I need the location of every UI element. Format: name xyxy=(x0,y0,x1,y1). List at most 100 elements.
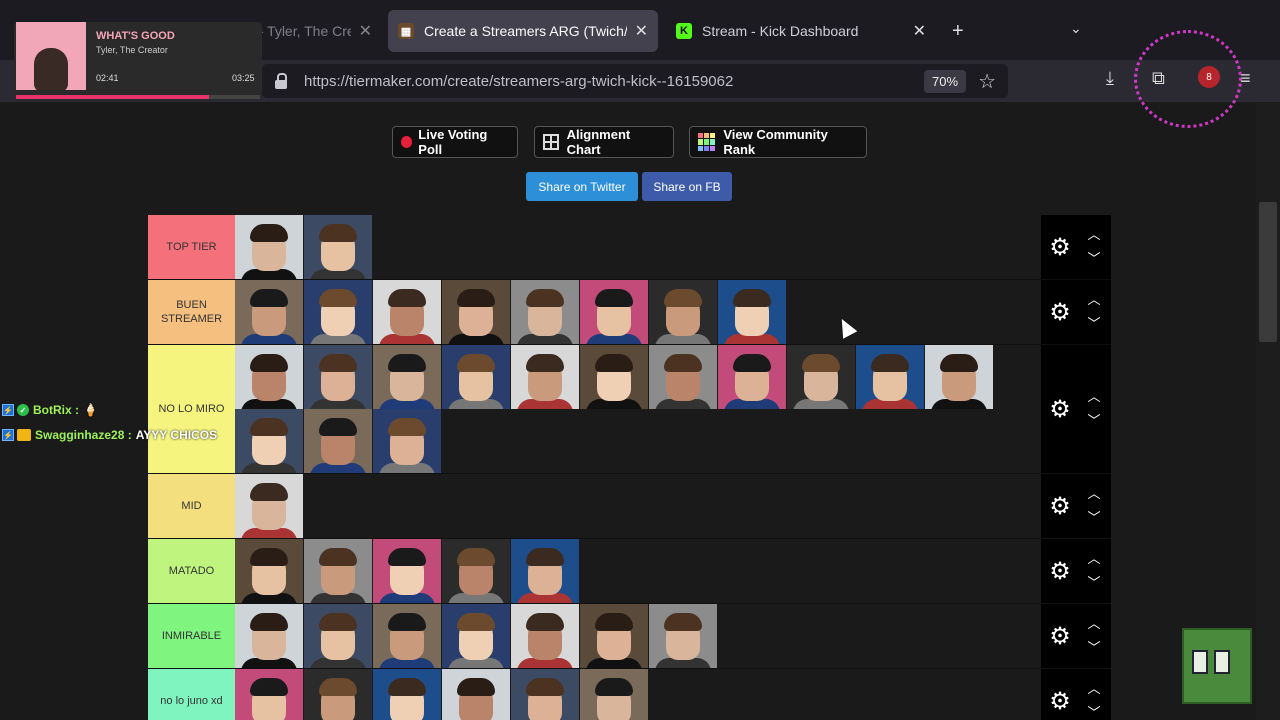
chevron-down-icon[interactable]: ⌄ xyxy=(1070,20,1082,37)
share-fb-button[interactable]: Share on FB xyxy=(642,172,732,201)
new-tab-icon[interactable]: + xyxy=(952,20,964,43)
gear-icon[interactable]: ⚙ xyxy=(1049,397,1071,421)
streamer-tile[interactable] xyxy=(373,604,441,668)
streamer-tile[interactable] xyxy=(235,345,303,409)
community-rank-button[interactable]: View Community Rank xyxy=(689,126,867,158)
streamer-tile[interactable] xyxy=(235,604,303,668)
streamer-tile[interactable] xyxy=(304,280,372,344)
chevron-down-icon[interactable]: ﹀ xyxy=(1087,414,1101,427)
chevron-down-icon[interactable]: ﹀ xyxy=(1087,317,1101,330)
chevron-up-icon[interactable]: ︿ xyxy=(1087,617,1101,630)
streamer-tile[interactable] xyxy=(649,604,717,668)
streamer-tile[interactable] xyxy=(787,345,855,409)
streamer-tile[interactable] xyxy=(235,474,303,538)
streamer-tile[interactable] xyxy=(373,345,441,409)
chevron-down-icon[interactable]: ﹀ xyxy=(1087,641,1101,654)
streamer-tile[interactable] xyxy=(235,669,303,720)
streamer-tile[interactable] xyxy=(373,409,441,473)
alignment-chart-button[interactable]: Alignment Chart xyxy=(534,126,674,158)
streamer-tile[interactable] xyxy=(718,345,786,409)
streamer-tile[interactable] xyxy=(925,345,993,409)
streamer-tile[interactable] xyxy=(511,539,579,603)
streamer-tile[interactable] xyxy=(718,280,786,344)
gear-icon[interactable]: ⚙ xyxy=(1049,689,1071,713)
streamer-tile[interactable] xyxy=(442,280,510,344)
tier-items[interactable] xyxy=(235,345,1041,473)
tab-tiermaker[interactable]: ▦ Create a Streamers ARG (Twich/Kick) Ti… xyxy=(388,10,658,52)
tier-label[interactable]: NO LO MIRO xyxy=(148,345,235,473)
download-icon[interactable]: ⤓ xyxy=(1106,68,1114,89)
streamer-tile[interactable] xyxy=(235,280,303,344)
streamer-tile[interactable] xyxy=(235,539,303,603)
scrollbar[interactable] xyxy=(1256,102,1280,720)
tier-items[interactable] xyxy=(235,539,1041,603)
streamer-tile[interactable] xyxy=(373,539,441,603)
streamer-tile[interactable] xyxy=(373,280,441,344)
streamer-tile[interactable] xyxy=(304,215,372,279)
streamer-tile[interactable] xyxy=(304,669,372,720)
tier-items[interactable] xyxy=(235,669,1041,720)
chevron-up-icon[interactable]: ︿ xyxy=(1087,228,1101,241)
streamer-tile[interactable] xyxy=(304,409,372,473)
streamer-tile[interactable] xyxy=(442,539,510,603)
chevron-up-icon[interactable]: ︿ xyxy=(1087,552,1101,565)
streamer-tile[interactable] xyxy=(580,604,648,668)
chevron-down-icon[interactable]: ﹀ xyxy=(1087,511,1101,524)
gear-icon[interactable]: ⚙ xyxy=(1049,624,1071,648)
tab-kick[interactable]: K Stream - Kick Dashboard ✕ xyxy=(666,10,936,52)
live-voting-poll-button[interactable]: Live Voting Poll xyxy=(392,126,518,158)
streamer-tile[interactable] xyxy=(511,345,579,409)
close-icon[interactable]: ✕ xyxy=(913,21,926,41)
streamer-tile[interactable] xyxy=(235,409,303,473)
chevron-down-icon[interactable]: ﹀ xyxy=(1087,252,1101,265)
chevron-up-icon[interactable]: ︿ xyxy=(1087,390,1101,403)
streamer-tile[interactable] xyxy=(304,345,372,409)
gear-icon[interactable]: ⚙ xyxy=(1049,300,1071,324)
tier-label[interactable]: INMIRABLE xyxy=(148,604,235,668)
url-text[interactable]: https://tiermaker.com/create/streamers-a… xyxy=(304,73,924,90)
streamer-tile[interactable] xyxy=(856,345,924,409)
streamer-tile[interactable] xyxy=(304,604,372,668)
zoom-level[interactable]: 70% xyxy=(924,69,967,93)
tier-label[interactable]: no lo juno xd xyxy=(148,669,235,720)
streamer-tile[interactable] xyxy=(649,280,717,344)
tier-items[interactable] xyxy=(235,604,1041,668)
close-icon[interactable]: ✕ xyxy=(635,21,648,41)
streamer-tile[interactable] xyxy=(442,604,510,668)
star-icon[interactable]: ☆ xyxy=(978,69,996,94)
chevron-up-icon[interactable]: ︿ xyxy=(1087,682,1101,695)
streamer-tile[interactable] xyxy=(235,215,303,279)
url-bar[interactable]: https://tiermaker.com/create/streamers-a… xyxy=(262,64,1008,98)
tier-items[interactable] xyxy=(235,215,1041,279)
streamer-tile[interactable] xyxy=(373,669,441,720)
tier-items[interactable] xyxy=(235,280,1041,344)
tier-label[interactable]: MID xyxy=(148,474,235,538)
gear-icon[interactable]: ⚙ xyxy=(1049,235,1071,259)
chevron-down-icon[interactable]: ﹀ xyxy=(1087,706,1101,719)
tier-label[interactable]: MATADO xyxy=(148,539,235,603)
chevron-up-icon[interactable]: ︿ xyxy=(1087,293,1101,306)
streamer-tile[interactable] xyxy=(442,345,510,409)
scrollbar-thumb[interactable] xyxy=(1259,202,1277,342)
streamer-tile[interactable] xyxy=(511,604,579,668)
streamer-tile[interactable] xyxy=(580,669,648,720)
gear-icon[interactable]: ⚙ xyxy=(1049,494,1071,518)
close-icon[interactable]: ✕ xyxy=(359,21,372,41)
streamer-tile[interactable] xyxy=(511,280,579,344)
streamer-tile[interactable] xyxy=(442,669,510,720)
streamer-tile[interactable] xyxy=(511,669,579,720)
chevron-down-icon[interactable]: ﹀ xyxy=(1087,576,1101,589)
tier-items[interactable] xyxy=(235,474,1041,538)
share-twitter-button[interactable]: Share on Twitter xyxy=(526,172,638,201)
extension-badge[interactable]: 8 xyxy=(1198,66,1220,88)
avatar-hair xyxy=(526,548,564,566)
gear-icon[interactable]: ⚙ xyxy=(1049,559,1071,583)
chevron-up-icon[interactable]: ︿ xyxy=(1087,487,1101,500)
streamer-tile[interactable] xyxy=(304,539,372,603)
streamer-tile[interactable] xyxy=(580,345,648,409)
streamer-tile[interactable] xyxy=(580,280,648,344)
streamer-tile[interactable] xyxy=(649,345,717,409)
tier-label[interactable]: TOP TIER xyxy=(148,215,235,279)
lock-icon[interactable] xyxy=(274,73,288,89)
tier-label[interactable]: BUEN STREAMER xyxy=(148,280,235,344)
